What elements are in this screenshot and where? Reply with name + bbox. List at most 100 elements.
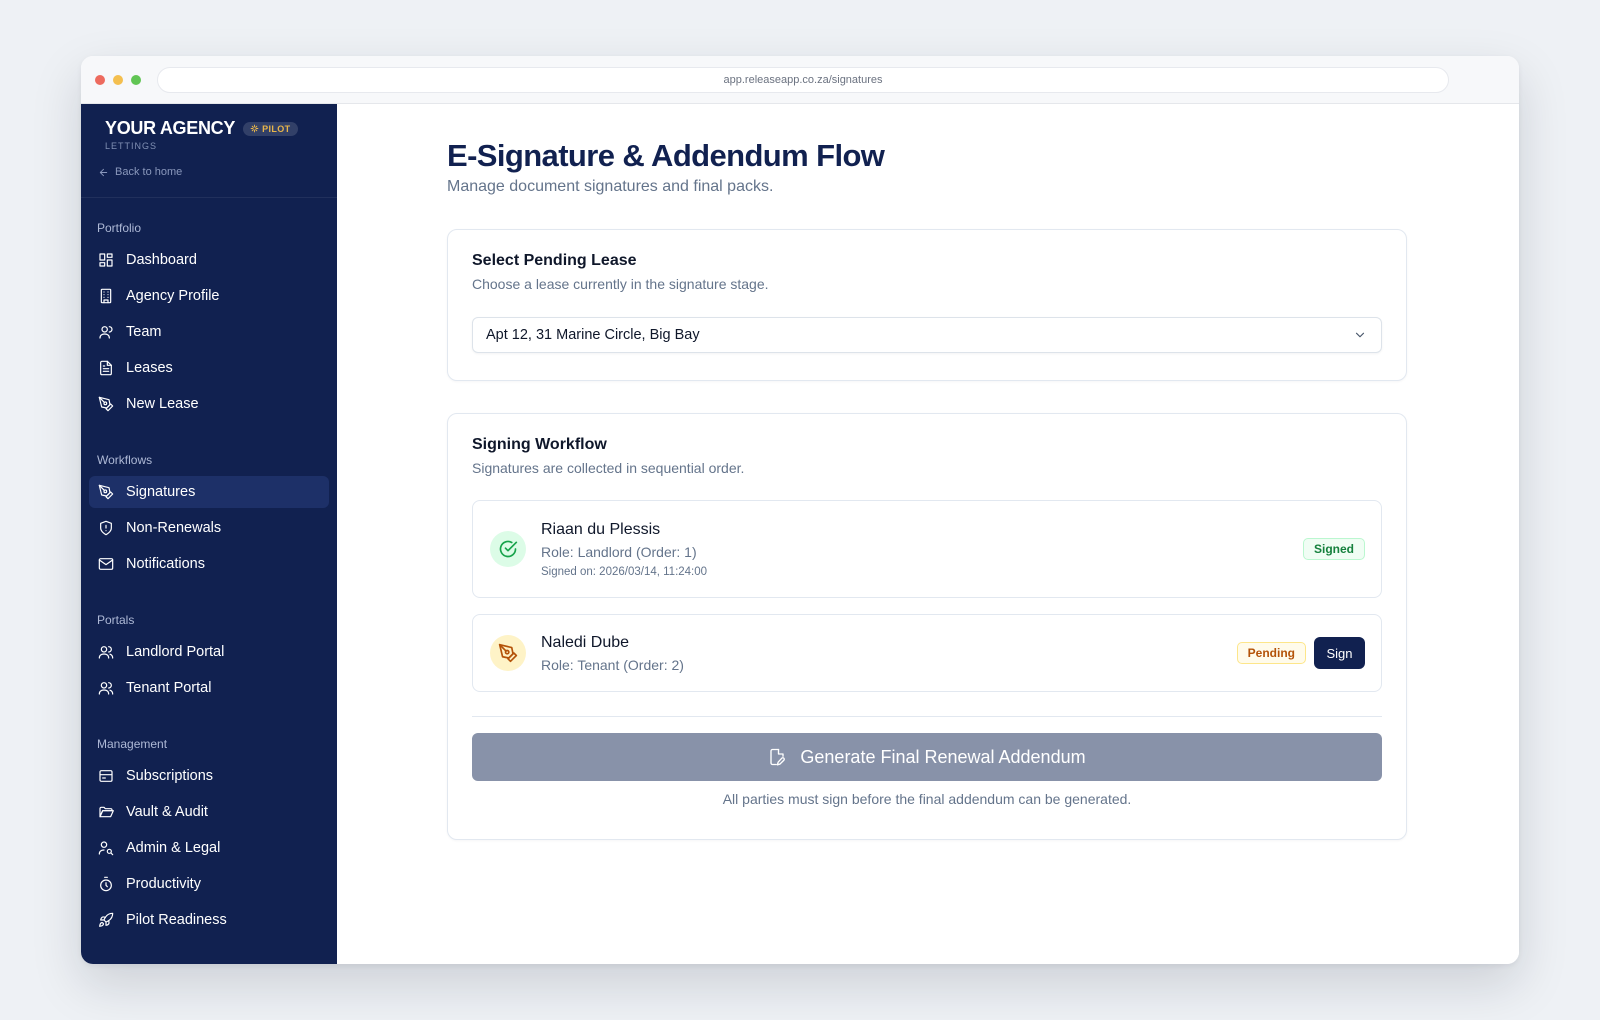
pen-tool-icon [98, 484, 114, 500]
sidebar-item-label: Pilot Readiness [126, 912, 227, 928]
signer-role: Role: Landlord (Order: 1) [541, 543, 697, 560]
signer-info: Riaan du Plessis Role: Landlord (Order: … [541, 521, 1303, 578]
sidebar-item-subscriptions[interactable]: Subscriptions [89, 760, 329, 792]
user-icon [98, 324, 114, 340]
file-text-icon [98, 360, 114, 376]
sign-button[interactable]: Sign [1314, 637, 1365, 669]
sidebar-item-vault-audit[interactable]: Vault & Audit [89, 796, 329, 828]
sidebar-item-landlord-portal[interactable]: Landlord Portal [89, 636, 329, 668]
sidebar-item-label: Vault & Audit [126, 804, 208, 820]
page-subtitle: Manage document signatures and final pac… [447, 178, 774, 195]
nav-section-portals: Portals Landlord Portal Tenant Portal [81, 610, 337, 704]
status-badge: Pending [1236, 642, 1306, 664]
sidebar-item-new-lease[interactable]: New Lease [89, 388, 329, 420]
sidebar-item-non-renewals[interactable]: Non-Renewals [89, 512, 329, 544]
signer-row: Naledi Dube Role: Tenant (Order: 2) Pend… [472, 614, 1382, 692]
user-key-icon [98, 840, 114, 856]
signed-on-date: Signed on: 2026/03/14, 11:24:00 [541, 565, 708, 578]
status-badge: Signed [1302, 538, 1365, 560]
sidebar-item-productivity[interactable]: Productivity [89, 868, 329, 900]
sidebar-item-label: Team [126, 324, 162, 340]
browser-window: app.releaseapp.co.za/signatures YOUR AGE… [81, 56, 1519, 964]
sidebar-item-team[interactable]: Team [89, 316, 329, 348]
brand-name: YOUR AGENCY [105, 118, 236, 138]
signer-status-avatar [490, 635, 526, 671]
card-description: Signatures are collected in sequential o… [472, 460, 745, 476]
nav-section-portfolio: Portfolio Dashboard Agency Profile Team [81, 218, 337, 420]
generate-addendum-button[interactable]: Generate Final Renewal Addendum [472, 733, 1382, 781]
sidebar-item-tenant-portal[interactable]: Tenant Portal [89, 672, 329, 704]
file-edit-icon [770, 748, 786, 766]
sparkle-icon [250, 124, 259, 133]
users-icon [98, 680, 114, 696]
lease-select-dropdown[interactable]: Apt 12, 31 Marine Circle, Big Bay [472, 317, 1382, 353]
close-window-dot[interactable] [95, 74, 105, 85]
sidebar-item-label: New Lease [126, 396, 199, 412]
check-circle-icon [499, 540, 518, 558]
sidebar-item-admin-legal[interactable]: Admin & Legal [89, 832, 329, 864]
sidebar-item-label: Signatures [126, 484, 196, 500]
chevron-down-icon [1355, 332, 1365, 338]
section-label: Portals [97, 613, 135, 627]
sidebar-item-signatures[interactable]: Signatures [89, 476, 329, 508]
pilot-badge: PILOT [243, 121, 298, 136]
building-icon [98, 288, 114, 304]
section-label: Management [97, 737, 168, 751]
signer-name: Riaan du Plessis [541, 520, 661, 538]
section-label: Portfolio [97, 221, 142, 235]
sidebar-item-label: Landlord Portal [126, 644, 225, 660]
receipt-icon [98, 768, 114, 784]
sidebar-item-pilot-readiness[interactable]: Pilot Readiness [89, 904, 329, 936]
back-to-home-link[interactable]: Back to home [98, 166, 313, 178]
signer-row: Riaan du Plessis Role: Landlord (Order: … [472, 500, 1382, 598]
sidebar-item-label: Tenant Portal [126, 680, 212, 696]
pen-tool-icon [498, 643, 518, 663]
dashboard-icon [98, 252, 114, 268]
card-title: Select Pending Lease [472, 252, 637, 269]
pilot-badge-label: PILOT [262, 123, 291, 134]
generate-addendum-note: All parties must sign before the final a… [722, 791, 1132, 807]
brand-subtitle: LETTINGS [105, 141, 158, 151]
mail-icon [98, 556, 114, 572]
url-text: app.releaseapp.co.za/signatures [723, 73, 883, 86]
card-title: Signing Workflow [472, 436, 607, 453]
lease-select-value: Apt 12, 31 Marine Circle, Big Bay [486, 327, 700, 343]
lease-select-card: Select Pending Lease Choose a lease curr… [447, 229, 1407, 381]
sidebar-item-label: Leases [126, 360, 173, 376]
back-to-home-label: Back to home [115, 166, 183, 178]
content-column: E-Signature & Addendum Flow Manage docum… [447, 104, 1407, 840]
sidebar-item-notifications[interactable]: Notifications [89, 548, 329, 580]
sidebar-item-leases[interactable]: Leases [89, 352, 329, 384]
nav-section-management: Management Subscriptions Vault & Audit A… [81, 734, 337, 936]
sidebar-item-label: Dashboard [126, 252, 197, 268]
signing-workflow-card: Signing Workflow Signatures are collecte… [447, 413, 1407, 840]
sidebar-item-label: Productivity [126, 876, 201, 892]
folder-open-icon [98, 804, 114, 820]
signer-status-avatar [490, 531, 526, 567]
arrow-left-icon [99, 168, 108, 176]
browser-chrome: app.releaseapp.co.za/signatures [81, 56, 1519, 104]
sidebar-item-label: Notifications [126, 556, 205, 572]
window-controls [95, 74, 141, 85]
signer-info: Naledi Dube Role: Tenant (Order: 2) [541, 634, 1237, 673]
signer-name: Naledi Dube [541, 633, 630, 651]
shield-icon [98, 520, 114, 536]
minimize-window-dot[interactable] [113, 74, 123, 85]
sidebar-item-label: Admin & Legal [126, 840, 221, 856]
brand-row: YOUR AGENCY PILOT [105, 118, 313, 139]
app-shell: YOUR AGENCY PILOT LETTINGS Back to home … [81, 104, 1519, 964]
sidebar-item-label: Non-Renewals [126, 520, 222, 536]
users-icon [98, 644, 114, 660]
signer-role: Role: Tenant (Order: 2) [541, 656, 684, 673]
sidebar-item-dashboard[interactable]: Dashboard [89, 244, 329, 276]
section-label: Workflows [97, 453, 153, 467]
address-bar[interactable]: app.releaseapp.co.za/signatures [157, 66, 1449, 93]
generate-addendum-label: Generate Final Renewal Addendum [800, 746, 1086, 767]
sidebar: YOUR AGENCY PILOT LETTINGS Back to home … [81, 104, 337, 964]
nav-section-workflows: Workflows Signatures Non-Renewals Notifi… [81, 450, 337, 580]
rocket-icon [98, 912, 114, 928]
maximize-window-dot[interactable] [131, 74, 141, 85]
sidebar-item-label: Agency Profile [126, 288, 220, 304]
sidebar-item-agency-profile[interactable]: Agency Profile [89, 280, 329, 312]
pen-tool-icon [98, 396, 114, 412]
